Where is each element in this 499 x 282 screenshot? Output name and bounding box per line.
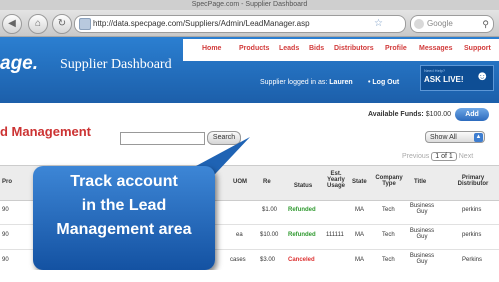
logged-in-user: Lauren bbox=[329, 79, 353, 86]
cell-pro: 90 bbox=[2, 257, 9, 263]
callout-line-2: in the Lead bbox=[81, 197, 167, 214]
callout-box: Track account in the Lead Management are… bbox=[33, 166, 215, 270]
cell-distributor: Perkins bbox=[462, 257, 483, 263]
page-title: d Management bbox=[0, 124, 92, 139]
dashboard-title: Supplier Dashboard bbox=[60, 57, 172, 72]
add-funds-button[interactable]: Add bbox=[455, 108, 489, 121]
col-usage[interactable]: Est. Yearly Usage bbox=[322, 171, 350, 189]
cell-status: Refunded bbox=[288, 207, 316, 213]
home-icon[interactable]: ⌂ bbox=[28, 14, 48, 34]
col-status[interactable]: Status bbox=[288, 183, 318, 189]
pager-select[interactable]: 1 of 1 bbox=[431, 152, 457, 161]
col-pro[interactable]: Pro bbox=[2, 179, 12, 185]
ask-live-label: ASK LIVE! bbox=[424, 75, 464, 84]
ask-live-button[interactable]: Need Help? ASK LIVE! ☻ bbox=[420, 65, 494, 91]
cell-state: MA bbox=[355, 232, 364, 238]
pager-prev[interactable]: Previous bbox=[402, 153, 429, 160]
ask-small-text: Need Help? bbox=[424, 68, 446, 73]
cell-state: MA bbox=[355, 257, 364, 263]
funds-label: Available Funds: bbox=[368, 111, 424, 118]
window-title: SpecPage.com - Supplier Dashboard bbox=[0, 0, 499, 10]
callout-line-3: Management area bbox=[56, 221, 192, 238]
cell-price: $1.00 bbox=[262, 207, 278, 213]
cell-price: $10.00 bbox=[260, 232, 279, 238]
nav-profile[interactable]: Profile bbox=[385, 45, 407, 52]
cell-title: Business Guy bbox=[409, 228, 435, 240]
filter-value: Show All bbox=[430, 134, 457, 141]
cell-title: Business Guy bbox=[409, 253, 435, 265]
google-icon bbox=[414, 19, 424, 29]
logged-in-info: Supplier logged in as: Lauren bbox=[260, 79, 353, 86]
logo[interactable]: age. bbox=[0, 53, 38, 75]
bottom-strip bbox=[0, 270, 499, 282]
search-bar[interactable]: Google ⚲ bbox=[410, 15, 494, 33]
cell-distributor: perkins bbox=[462, 232, 482, 238]
cell-distributor: perkins bbox=[462, 207, 482, 213]
callout-text: Track account in the Lead Management are… bbox=[33, 170, 215, 242]
logged-in-label: Supplier logged in as: bbox=[260, 79, 328, 86]
url-bar[interactable]: http://data.specpage.com/Suppliers/Admin… bbox=[74, 15, 406, 33]
cell-status: Canceled bbox=[288, 257, 315, 263]
search-placeholder: Google bbox=[427, 19, 453, 28]
pager-next[interactable]: Next bbox=[459, 153, 473, 160]
browser-toolbar: ◀ ⌂ ↻ http://data.specpage.com/Suppliers… bbox=[0, 10, 499, 37]
cell-type: Tech bbox=[382, 207, 395, 213]
back-icon[interactable]: ◀ bbox=[2, 14, 22, 34]
col-title[interactable]: Title bbox=[414, 179, 426, 185]
funds-value: $100.00 bbox=[425, 111, 452, 118]
nav-messages[interactable]: Messages bbox=[419, 45, 452, 52]
cell-price: $3.00 bbox=[260, 257, 276, 263]
forward-icon[interactable]: ↻ bbox=[52, 14, 72, 34]
cell-status: Refunded bbox=[288, 232, 316, 238]
chevron-down-icon: ▲ bbox=[474, 133, 483, 142]
nav-distributors[interactable]: Distributors bbox=[334, 45, 374, 52]
filter-select[interactable]: Show All ▲ bbox=[425, 131, 485, 143]
nav-home[interactable]: Home bbox=[202, 45, 221, 52]
top-nav: Home Products Leads Bids Distributors Pr… bbox=[183, 39, 499, 61]
cell-state: MA bbox=[355, 207, 364, 213]
callout-line-1: Track account bbox=[70, 173, 178, 190]
browser-window: SpecPage.com - Supplier Dashboard ◀ ⌂ ↻ … bbox=[0, 0, 499, 282]
people-icon: ☻ bbox=[475, 68, 489, 83]
cell-uom: cases bbox=[230, 257, 246, 263]
bookmark-star-icon[interactable]: ☆ bbox=[374, 16, 383, 32]
site-header: age. Supplier Dashboard Home Products Le… bbox=[0, 37, 499, 103]
cell-uom: ea bbox=[236, 232, 243, 238]
magnifier-icon[interactable]: ⚲ bbox=[482, 16, 489, 32]
nav-bids[interactable]: Bids bbox=[309, 45, 324, 52]
nav-leads[interactable]: Leads bbox=[279, 45, 299, 52]
nav-products[interactable]: Products bbox=[239, 45, 269, 52]
cell-usage: 111111 bbox=[326, 232, 344, 238]
cell-pro: 90 bbox=[2, 207, 9, 213]
site-icon bbox=[79, 18, 91, 30]
pager: Previous 1 of 1 Next bbox=[402, 152, 473, 161]
cell-type: Tech bbox=[382, 257, 395, 263]
logout-link[interactable]: • Log Out bbox=[368, 79, 399, 86]
available-funds: Available Funds: $100.00 bbox=[368, 111, 451, 118]
nav-support[interactable]: Support bbox=[464, 45, 491, 52]
cell-type: Tech bbox=[382, 232, 395, 238]
cell-title: Business Guy bbox=[409, 203, 435, 215]
url-text: http://data.specpage.com/Suppliers/Admin… bbox=[93, 19, 310, 28]
col-company-type[interactable]: Company Type bbox=[374, 175, 404, 187]
cell-pro: 90 bbox=[2, 232, 9, 238]
col-state[interactable]: State bbox=[352, 179, 367, 185]
col-primary-distributor[interactable]: Primary Distributor bbox=[452, 175, 494, 187]
